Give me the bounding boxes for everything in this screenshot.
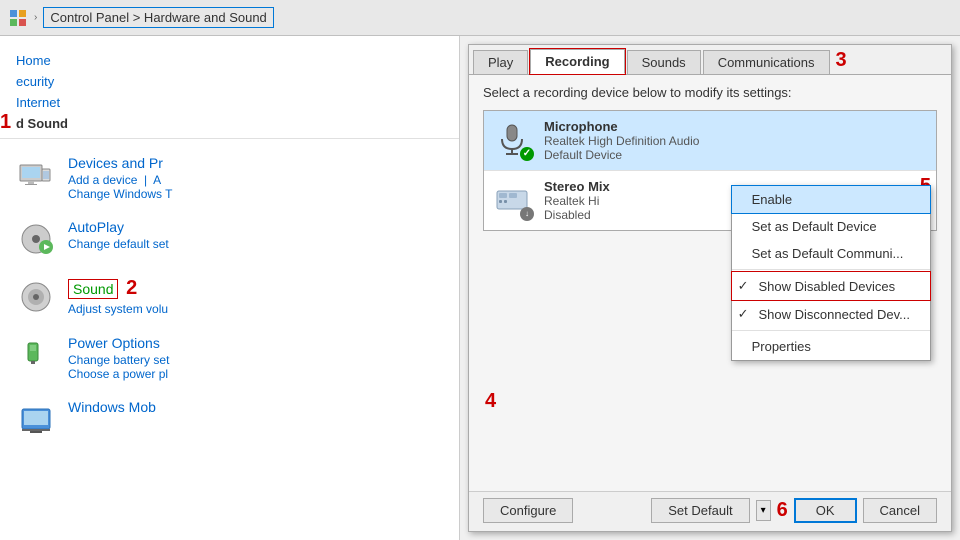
sidebar-item-internet[interactable]: Internet xyxy=(16,92,443,113)
microphone-icon: ✓ xyxy=(494,121,534,161)
power-text: Power Options Change battery set Choose … xyxy=(68,335,169,381)
sidebar-item-sound[interactable]: d Sound xyxy=(16,113,443,134)
windows-icon xyxy=(16,399,56,439)
sound-links[interactable]: Adjust system volu xyxy=(68,302,168,316)
power-links[interactable]: Change battery set Choose a power pl xyxy=(68,353,169,381)
context-menu-show-disabled[interactable]: Show Disabled Devices xyxy=(732,272,930,300)
tab-play[interactable]: Play xyxy=(473,50,528,74)
footer-right: Set Default ▾ 6 OK Cancel xyxy=(651,498,937,523)
sound-title[interactable]: Sound xyxy=(68,279,118,299)
top-bar: › Control Panel > Hardware and Sound xyxy=(0,0,960,36)
nav-section: Home ecurity Internet d Sound xyxy=(0,46,459,139)
set-default-dropdown[interactable]: ▾ xyxy=(756,500,771,521)
tab-communications[interactable]: Communications xyxy=(703,50,830,74)
annotation-3: 3 xyxy=(836,49,847,72)
microphone-sub: Realtek High Definition Audio xyxy=(544,134,926,148)
stereomix-badge: ↓ xyxy=(520,207,534,221)
windows-title[interactable]: Windows Mob xyxy=(68,399,156,415)
context-menu-sep2 xyxy=(732,330,930,331)
microphone-info: Microphone Realtek High Definition Audio… xyxy=(544,119,926,162)
autoplay-text: AutoPlay Change default set xyxy=(68,219,169,251)
dialog-content: Select a recording device below to modif… xyxy=(469,75,951,491)
cancel-button[interactable]: Cancel xyxy=(863,498,937,523)
control-item-windows: Windows Mob xyxy=(16,399,443,439)
tab-bar: Play Recording Sounds Communications 3 xyxy=(469,45,951,75)
dialog-footer: Configure Set Default ▾ 6 OK Cancel xyxy=(469,491,951,531)
control-item-devices: Devices and Pr Add a device | A Change W… xyxy=(16,155,443,201)
autoplay-links[interactable]: Change default set xyxy=(68,237,169,251)
autoplay-icon xyxy=(16,219,56,259)
context-menu-sep1 xyxy=(732,269,930,270)
left-panel: 1 Home ecurity Internet d Sound xyxy=(0,36,460,540)
device-item-microphone[interactable]: ✓ Microphone Realtek High Definition Aud… xyxy=(484,111,936,171)
control-item-sound: Sound 2 Adjust system volu xyxy=(16,277,443,317)
footer-left: Configure xyxy=(483,498,573,523)
sound-text: Sound 2 Adjust system volu xyxy=(68,277,168,316)
annotation-1: 1 xyxy=(0,111,11,134)
main-layout: 1 Home ecurity Internet d Sound xyxy=(0,36,960,540)
devices-icon xyxy=(16,155,56,195)
control-items: Devices and Pr Add a device | A Change W… xyxy=(0,147,459,465)
sound-dialog: Play Recording Sounds Communications 3 S… xyxy=(468,44,952,532)
annotation-6: 6 xyxy=(777,499,788,522)
configure-button[interactable]: Configure xyxy=(483,498,573,523)
annotation-2: 2 xyxy=(126,277,137,299)
power-icon xyxy=(16,335,56,375)
context-menu-properties[interactable]: Properties xyxy=(732,333,930,360)
context-menu-enable[interactable]: Enable xyxy=(732,186,930,213)
devices-links[interactable]: Add a device | A Change Windows T xyxy=(68,173,173,201)
devices-title[interactable]: Devices and Pr xyxy=(68,155,173,171)
sidebar-item-home[interactable]: Home xyxy=(16,50,443,71)
autoplay-title[interactable]: AutoPlay xyxy=(68,219,169,235)
context-menu-show-disconnected[interactable]: Show Disconnected Dev... xyxy=(732,300,930,328)
right-panel: Play Recording Sounds Communications 3 S… xyxy=(460,36,960,540)
context-menu: Enable Set as Default Device Set as Defa… xyxy=(731,185,931,361)
context-menu-set-default-comm[interactable]: Set as Default Communi... xyxy=(732,240,930,267)
sidebar-item-security[interactable]: ecurity xyxy=(16,71,443,92)
devices-text: Devices and Pr Add a device | A Change W… xyxy=(68,155,173,201)
breadcrumb-sep1: › xyxy=(34,12,37,23)
microphone-badge: ✓ xyxy=(520,147,534,161)
context-menu-set-default[interactable]: Set as Default Device xyxy=(732,213,930,240)
ok-button[interactable]: OK xyxy=(794,498,857,523)
sound-icon xyxy=(16,277,56,317)
annotation-4: 4 xyxy=(485,390,496,413)
microphone-name: Microphone xyxy=(544,119,926,134)
breadcrumb[interactable]: Control Panel > Hardware and Sound xyxy=(43,7,273,28)
control-item-autoplay: AutoPlay Change default set xyxy=(16,219,443,259)
tab-sounds[interactable]: Sounds xyxy=(627,50,701,74)
dialog-description: Select a recording device below to modif… xyxy=(483,85,937,100)
tab-recording[interactable]: Recording xyxy=(530,49,624,74)
stereomix-icon: ↓ xyxy=(494,181,534,221)
windows-text: Windows Mob xyxy=(68,399,156,415)
control-panel-icon xyxy=(8,8,28,28)
set-default-button[interactable]: Set Default xyxy=(651,498,749,523)
control-item-power: Power Options Change battery set Choose … xyxy=(16,335,443,381)
power-title[interactable]: Power Options xyxy=(68,335,169,351)
microphone-status: Default Device xyxy=(544,148,926,162)
